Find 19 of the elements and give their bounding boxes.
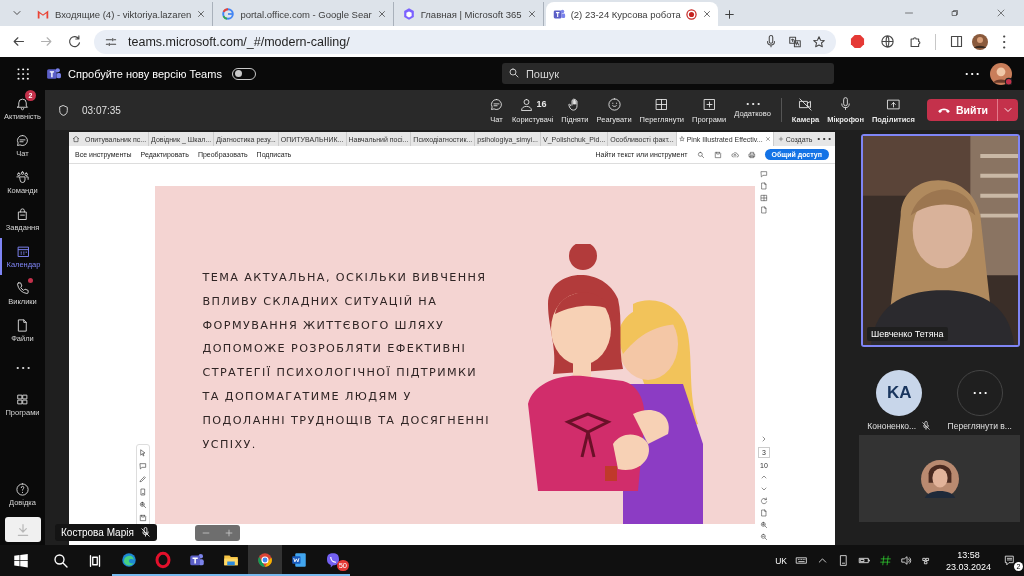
participant-count: 16 <box>536 99 547 109</box>
tab-title: Главная | Microsoft 365 <box>420 8 522 20</box>
new-teams-label: Спробуйте нову версію Teams <box>68 67 222 80</box>
language-indicator[interactable]: UK <box>775 555 787 566</box>
avatar: KA <box>876 370 923 416</box>
browser-tab[interactable]: (2) 23-24 Курсова робота <box>545 2 718 26</box>
url-text: teams.microsoft.com/_#/modern-calling/ <box>128 34 350 49</box>
search-field[interactable]: Пошук <box>501 63 834 84</box>
tab-title: portal.office.com - Google Sear <box>240 8 372 20</box>
participant-name: Кострова Марія <box>61 527 134 538</box>
slide-text: ТЕМА АКТУАЛЬНА, ОСКІЛЬКИ ВИВЧЕННЯ ВПЛИВУ СКЛАДНИХ СИТУАЦІЙ НА ФОРМУВАННЯ ЖИТТЄВОГО ШЛЯХУ ДОПОМОЖЕ РОЗРОБЛЯТИ ЕФЕКТИВНІ СТРАТЕГІЇ ПСИХОЛОГІЧНОЇ ПІДТРИМКИ ТА ДОПОМАГАТИМЕ ЛЮДЯМ У ПОДОЛАННІ ТРУДНОЩІВ ТА ДОСЯГНЕННІ УСПІХУ. <box>202 270 491 453</box>
participant-name: Кононенко... <box>867 421 917 431</box>
tab-title: Входящие (4) - viktoriya.lazaren <box>55 8 192 20</box>
view-more-label: Переглянути в... <box>947 421 1012 431</box>
tab-title: (2) 23-24 Курсова робота <box>570 8 681 20</box>
call-timer: 03:07:35 <box>82 104 121 116</box>
participant-name: Шевченко Тетяна <box>867 327 948 341</box>
address-bar[interactable]: teams.microsoft.com/_#/modern-calling/ <box>94 29 836 54</box>
clock[interactable]: 13:58 23.03.2024 <box>945 548 991 573</box>
